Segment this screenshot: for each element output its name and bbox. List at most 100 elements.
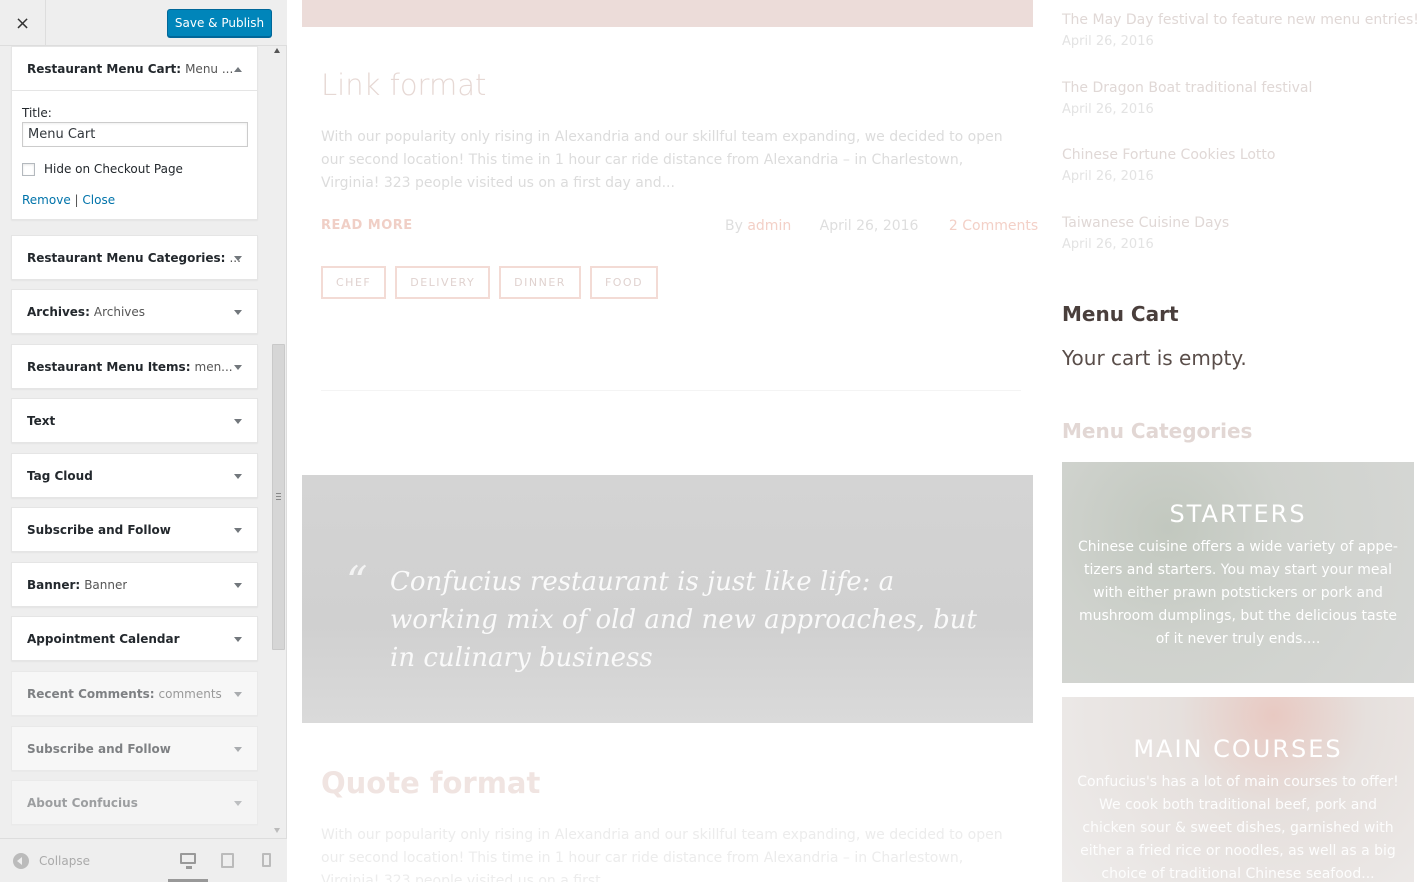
- widget-restaurant-menu-cart: Restaurant Menu Cart: Menu ... Title: Hi…: [11, 46, 258, 220]
- widget-tag-cloud[interactable]: Tag Cloud: [11, 453, 258, 498]
- chevron-down-icon[interactable]: [234, 255, 242, 261]
- widget-about-confucius[interactable]: About Confucius: [11, 780, 258, 825]
- chevron-down-icon[interactable]: [234, 746, 242, 752]
- collapse-button[interactable]: Collapse: [13, 853, 90, 869]
- recent-post-date: April 26, 2016: [1062, 102, 1154, 117]
- quote-block: “ Confucius restaurant is just like life…: [302, 475, 1033, 723]
- post-tags: CHEF DELIVERY DINNER FOOD: [321, 266, 667, 299]
- widget-subscribe-follow[interactable]: Subscribe and Follow: [11, 507, 258, 552]
- cart-empty-message: Your cart is empty.: [1062, 346, 1247, 370]
- widget-title: Tag Cloud: [27, 468, 93, 483]
- chevron-down-icon[interactable]: [234, 418, 242, 424]
- tablet-preview-icon[interactable]: [221, 853, 234, 868]
- post-title[interactable]: Link format: [321, 68, 486, 102]
- read-more-link[interactable]: READ MORE: [321, 218, 413, 233]
- mobile-preview-icon[interactable]: [262, 853, 271, 867]
- collapse-arrow-icon: [13, 853, 29, 869]
- widget-recent-comments[interactable]: Recent Comments: comments: [11, 671, 258, 716]
- widget-header[interactable]: Recent Comments: comments: [12, 672, 257, 715]
- widget-header[interactable]: Subscribe and Follow: [12, 727, 257, 770]
- chevron-up-icon[interactable]: [234, 66, 242, 72]
- hide-checkout-row: Hide on Checkout Page: [22, 162, 247, 176]
- recent-post: Chinese Fortune Cookies Lotto April 26, …: [1062, 147, 1275, 184]
- widgets-panel: Restaurant Menu Cart: Menu ... Title: Hi…: [0, 46, 287, 838]
- recent-post-title[interactable]: Chinese Fortune Cookies Lotto: [1062, 147, 1275, 163]
- widget-header[interactable]: Appointment Calendar: [12, 617, 257, 660]
- widget-appointment-calendar[interactable]: Appointment Calendar: [11, 616, 258, 661]
- desktop-preview-icon[interactable]: [180, 853, 196, 869]
- chevron-down-icon[interactable]: [234, 473, 242, 479]
- widget-header[interactable]: Restaurant Menu Categories: ...: [12, 236, 257, 279]
- scroll-up-arrow-icon[interactable]: [274, 48, 280, 53]
- tag-delivery[interactable]: DELIVERY: [395, 266, 491, 299]
- chevron-down-icon[interactable]: [234, 364, 242, 370]
- close-link[interactable]: Close: [82, 193, 115, 207]
- grip-icon: [276, 493, 281, 500]
- widget-archives[interactable]: Archives: Archives: [11, 289, 258, 334]
- widget-header[interactable]: Restaurant Menu Items: men...: [12, 345, 257, 388]
- close-icon: ×: [14, 12, 31, 34]
- widget-subscribe-follow-2[interactable]: Subscribe and Follow: [11, 726, 258, 771]
- widget-restaurant-menu-items[interactable]: Restaurant Menu Items: men...: [11, 344, 258, 389]
- scroll-down-arrow-icon[interactable]: [274, 828, 280, 833]
- collapse-label: Collapse: [39, 854, 90, 868]
- widget-header[interactable]: About Confucius: [12, 781, 257, 824]
- title-input[interactable]: [22, 122, 248, 147]
- recent-post-date: April 26, 2016: [1062, 34, 1154, 49]
- widget-title: Restaurant Menu Cart:: [27, 61, 182, 76]
- widget-header[interactable]: Banner: Banner: [12, 563, 257, 606]
- category-name: STARTERS: [1169, 500, 1307, 528]
- recent-post-date: April 26, 2016: [1062, 169, 1154, 184]
- widget-restaurant-menu-categories[interactable]: Restaurant Menu Categories: ...: [11, 235, 258, 280]
- close-customizer-button[interactable]: ×: [0, 0, 46, 46]
- widget-settings: Title: Hide on Checkout Page Remove | Cl…: [12, 90, 257, 219]
- menu-categories-heading: Menu Categories: [1062, 419, 1253, 443]
- menu-cart-heading: Menu Cart: [1062, 302, 1179, 326]
- scrollbar-thumb[interactable]: [272, 344, 285, 650]
- widget-header[interactable]: Subscribe and Follow: [12, 508, 257, 551]
- tag-food[interactable]: FOOD: [589, 266, 659, 299]
- widget-title: About Confucius: [27, 795, 138, 810]
- widget-header[interactable]: Text: [12, 399, 257, 442]
- chevron-down-icon[interactable]: [234, 636, 242, 642]
- post-image-band: [302, 0, 1033, 27]
- tag-chef[interactable]: CHEF: [321, 266, 387, 299]
- post-meta: By admin April 26, 2016 2 Comments: [725, 218, 1038, 234]
- widget-text[interactable]: Text: [11, 398, 258, 443]
- title-field-label: Title:: [22, 106, 52, 120]
- quote-mark-icon: “: [346, 557, 368, 606]
- category-description: Confucius's has a lot of main courses to…: [1077, 774, 1399, 882]
- recent-post-date: April 26, 2016: [1062, 237, 1154, 252]
- tag-dinner[interactable]: DINNER: [499, 266, 581, 299]
- recent-post-title[interactable]: The Dragon Boat traditional festival: [1062, 80, 1312, 96]
- chevron-down-icon[interactable]: [234, 309, 242, 315]
- category-card-starters[interactable]: STARTERS Chinese cuisine offers a wide v…: [1062, 462, 1414, 683]
- recent-post-title[interactable]: Taiwanese Cuisine Days: [1062, 215, 1229, 231]
- post-date: April 26, 2016: [819, 218, 919, 234]
- category-card-main-courses[interactable]: MAIN COURSES Confucius's has a lot of ma…: [1062, 697, 1414, 882]
- hide-checkout-checkbox[interactable]: [22, 162, 35, 176]
- author-link[interactable]: admin: [747, 218, 791, 234]
- actions-separator: |: [74, 193, 79, 207]
- widget-header[interactable]: Restaurant Menu Cart: Menu ...: [12, 47, 257, 90]
- post-excerpt: With our popularity only rising in Alexa…: [321, 129, 1003, 191]
- widget-subtitle: Archives: [93, 304, 146, 319]
- widget-header[interactable]: Archives: Archives: [12, 290, 257, 333]
- meta-by: By: [725, 218, 743, 234]
- comments-link[interactable]: 2 Comments: [949, 218, 1038, 234]
- widget-banner[interactable]: Banner: Banner: [11, 562, 258, 607]
- chevron-down-icon[interactable]: [234, 582, 242, 588]
- widget-header[interactable]: Tag Cloud: [12, 454, 257, 497]
- save-publish-button[interactable]: Save & Publish: [167, 9, 272, 37]
- chevron-down-icon[interactable]: [234, 527, 242, 533]
- widget-subtitle: comments: [158, 686, 222, 701]
- chevron-down-icon[interactable]: [234, 800, 242, 806]
- remove-link[interactable]: Remove: [22, 193, 71, 207]
- quote-post-excerpt: With our popularity only rising in Alexa…: [321, 827, 1003, 882]
- divider: [321, 390, 1021, 391]
- widget-subtitle: men...: [194, 359, 233, 374]
- chevron-down-icon[interactable]: [234, 691, 242, 697]
- recent-post-title[interactable]: The May Day festival to feature new menu…: [1062, 12, 1419, 28]
- quote-post-title[interactable]: Quote format: [321, 766, 540, 800]
- hide-checkout-label: Hide on Checkout Page: [44, 162, 183, 176]
